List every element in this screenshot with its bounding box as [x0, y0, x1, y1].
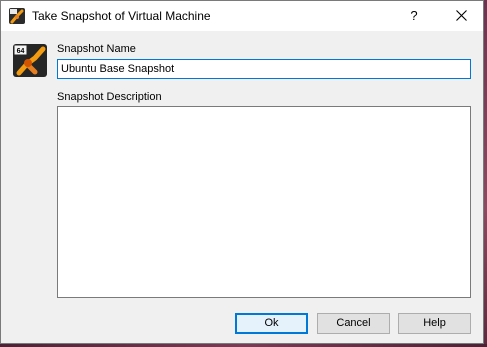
- snapshot-name-input[interactable]: [57, 59, 471, 79]
- arch-badge-64: 64: [17, 48, 25, 55]
- snapshot-description-label: Snapshot Description: [57, 91, 162, 103]
- snapshot-dialog: Take Snapshot of Virtual Machine ? 64 Sn…: [0, 0, 484, 344]
- snapshot-name-label: Snapshot Name: [57, 43, 136, 55]
- virtualbox-app-icon: [9, 8, 25, 24]
- title-bar[interactable]: Take Snapshot of Virtual Machine ?: [1, 1, 483, 31]
- window-title: Take Snapshot of Virtual Machine: [32, 9, 211, 23]
- title-help-button[interactable]: ?: [399, 1, 429, 31]
- close-icon: [455, 10, 467, 22]
- close-button[interactable]: [441, 1, 481, 31]
- snapshot-description-textarea[interactable]: [57, 106, 471, 298]
- help-button[interactable]: Help: [398, 313, 471, 334]
- virtualbox-ubuntu-vm-icon: 64: [13, 44, 47, 77]
- ok-button[interactable]: Ok: [235, 313, 308, 334]
- cancel-button[interactable]: Cancel: [317, 313, 390, 334]
